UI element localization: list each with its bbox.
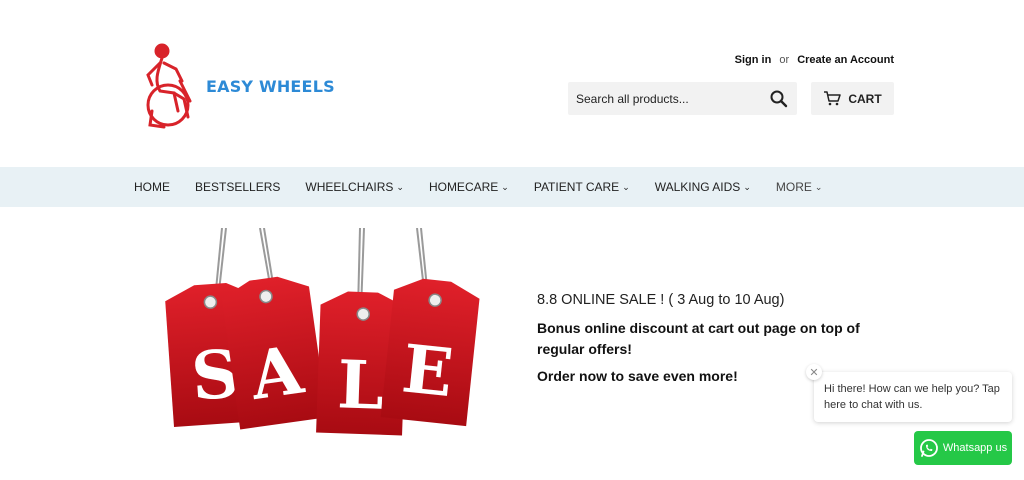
nav-item-patient-care[interactable]: PATIENT CARE ⌄	[534, 180, 630, 194]
nav-item-home[interactable]: HOME	[134, 180, 170, 194]
chevron-down-icon: ⌄	[622, 181, 630, 192]
search-input[interactable]	[568, 91, 758, 106]
chevron-down-icon: ⌄	[501, 181, 509, 192]
search-icon[interactable]	[769, 89, 789, 109]
search-bar	[568, 82, 797, 115]
nav-item-label: WALKING AIDS	[654, 180, 741, 194]
sign-in-link[interactable]: Sign in	[735, 54, 772, 66]
sale-tag-e: E	[380, 278, 480, 427]
main-nav: HOME BESTSELLERS WHEELCHAIRS ⌄ HOMECARE ⌄ …	[0, 167, 1024, 207]
nav-item-label: HOME	[134, 180, 170, 194]
brand-name: EASY WHEELS	[206, 76, 335, 96]
promo-text: 8.8 ONLINE SALE ! ( 3 Aug to 10 Aug) Bon…	[537, 292, 897, 384]
nav-item-more[interactable]: MORE ⌄	[776, 180, 823, 194]
create-account-link[interactable]: Create an Account	[797, 54, 894, 66]
site-header: EASY WHEELS Sign in or Create an Account…	[0, 0, 1024, 167]
nav-item-label: PATIENT CARE	[533, 180, 620, 194]
chat-message: Hi there! How can we help you? Tap here …	[824, 383, 1000, 411]
nav-item-wheelchairs[interactable]: WHEELCHAIRS ⌄	[305, 180, 404, 194]
nav-item-homecare[interactable]: HOMECARE ⌄	[429, 180, 509, 194]
chevron-down-icon: ⌄	[396, 181, 404, 192]
sale-tag-letter: L	[336, 345, 385, 425]
logo[interactable]: EASY WHEELS	[140, 40, 340, 132]
chat-bubble[interactable]: Hi there! How can we help you? Tap here …	[814, 372, 1012, 422]
nav-item-bestsellers[interactable]: BESTSELLERS	[195, 180, 280, 194]
wheelchair-logo-icon	[146, 43, 192, 129]
nav-item-walking-aids[interactable]: WALKING AIDS ⌄	[655, 180, 751, 194]
chevron-down-icon: ⌄	[743, 181, 751, 192]
promo-bonus: Bonus online discount at cart out page o…	[537, 320, 860, 357]
nav-item-label: MORE	[775, 180, 812, 194]
or-text: or	[779, 54, 790, 66]
nav-item-label: WHEELCHAIRS	[305, 180, 394, 194]
nav-item-label: BESTSELLERS	[195, 180, 281, 194]
sale-tags-image: S A L E	[165, 228, 480, 436]
whatsapp-button[interactable]: Whatsapp us	[914, 431, 1012, 465]
cart-label: CART	[848, 91, 882, 106]
close-icon[interactable]: ✕	[806, 364, 822, 380]
nav-item-label: HOMECARE	[428, 180, 499, 194]
cart-button[interactable]: CART	[811, 82, 894, 115]
whatsapp-icon	[919, 439, 938, 457]
account-links: Sign in or Create an Account	[735, 54, 894, 66]
chevron-down-icon: ⌄	[814, 181, 823, 192]
promo-headline: 8.8 ONLINE SALE ! ( 3 Aug to 10 Aug)	[537, 292, 785, 308]
sale-tag-letter: E	[399, 329, 457, 412]
whatsapp-label: Whatsapp us	[942, 442, 1008, 454]
cart-icon	[824, 91, 842, 106]
